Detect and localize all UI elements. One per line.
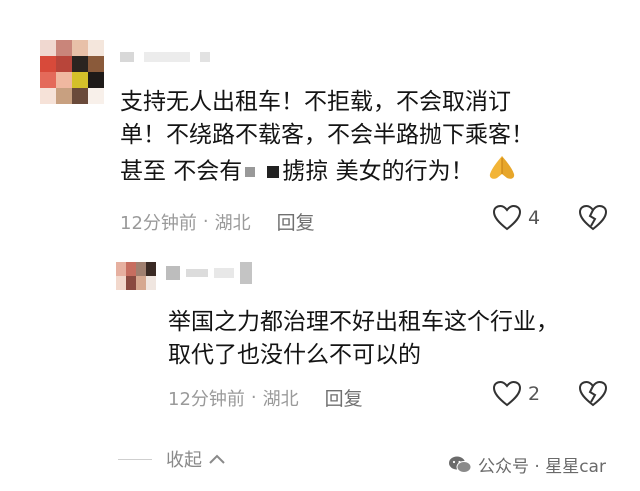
collapse-button[interactable]: 收起 bbox=[118, 446, 226, 472]
dot-separator: · bbox=[202, 211, 209, 232]
reply-reply-button[interactable]: 回复 bbox=[325, 384, 363, 411]
reply-avatar[interactable] bbox=[116, 262, 156, 290]
comment-meta: 12分钟前 · 湖北 回复 bbox=[120, 208, 315, 235]
comment-time: 12分钟前 bbox=[120, 212, 197, 234]
chevron-up-icon bbox=[209, 454, 225, 464]
reply-meta: 12分钟前 · 湖北 回复 bbox=[168, 384, 363, 411]
wechat-icon bbox=[449, 456, 472, 473]
reply-button[interactable]: 回复 bbox=[277, 208, 315, 235]
dot-separator: · bbox=[250, 387, 257, 408]
praying-hands-emoji bbox=[487, 152, 517, 192]
heart-icon bbox=[492, 204, 522, 231]
reply-location: 湖北 bbox=[262, 388, 299, 410]
comment-line-1: 支持无人出租车！不拒载，不会取消订 bbox=[120, 89, 511, 115]
watermark-text: 公众号 · 星星car bbox=[478, 457, 606, 477]
comment-line-3: 甚至 不会有 掳掠 美女的行为！ bbox=[120, 152, 534, 192]
collapse-label: 收起 bbox=[166, 450, 202, 471]
comment-text: 支持无人出租车！不拒载，不会取消订 单！不绕路不载客，不会半路抛下乘客！ 甚至 … bbox=[120, 86, 534, 192]
reply-time: 12分钟前 bbox=[168, 388, 245, 410]
reply-dislike-button[interactable] bbox=[578, 380, 608, 408]
dislike-button[interactable] bbox=[578, 204, 608, 232]
reply-like-count: 2 bbox=[528, 383, 541, 405]
broken-heart-icon bbox=[578, 380, 608, 407]
redaction-mark bbox=[267, 166, 280, 178]
watermark: 公众号 · 星星car bbox=[448, 452, 606, 477]
reply-line-1: 举国之力都治理不好出租车这个行业， bbox=[168, 309, 559, 335]
reply-like-button[interactable]: 2 bbox=[492, 380, 540, 408]
reply-text: 举国之力都治理不好出租车这个行业， 取代了也没什么不可以的 bbox=[168, 306, 559, 372]
reply-username-redacted[interactable] bbox=[166, 262, 252, 284]
broken-heart-icon bbox=[578, 204, 608, 231]
comment-line-3b: 掳掠 美女的行为！ bbox=[282, 158, 474, 185]
comment-line-3a: 甚至 不会有 bbox=[120, 158, 243, 185]
reply-line-2: 取代了也没什么不可以的 bbox=[168, 342, 421, 368]
redaction-mark bbox=[245, 167, 256, 177]
like-button[interactable]: 4 bbox=[492, 204, 540, 232]
heart-icon bbox=[492, 380, 522, 407]
username-redacted[interactable] bbox=[120, 52, 210, 62]
avatar[interactable] bbox=[40, 40, 104, 104]
comment-line-2: 单！不绕路不载客，不会半路抛下乘客！ bbox=[120, 122, 534, 148]
comment-location: 湖北 bbox=[214, 212, 251, 234]
divider-line bbox=[118, 458, 152, 460]
like-count: 4 bbox=[528, 207, 541, 229]
